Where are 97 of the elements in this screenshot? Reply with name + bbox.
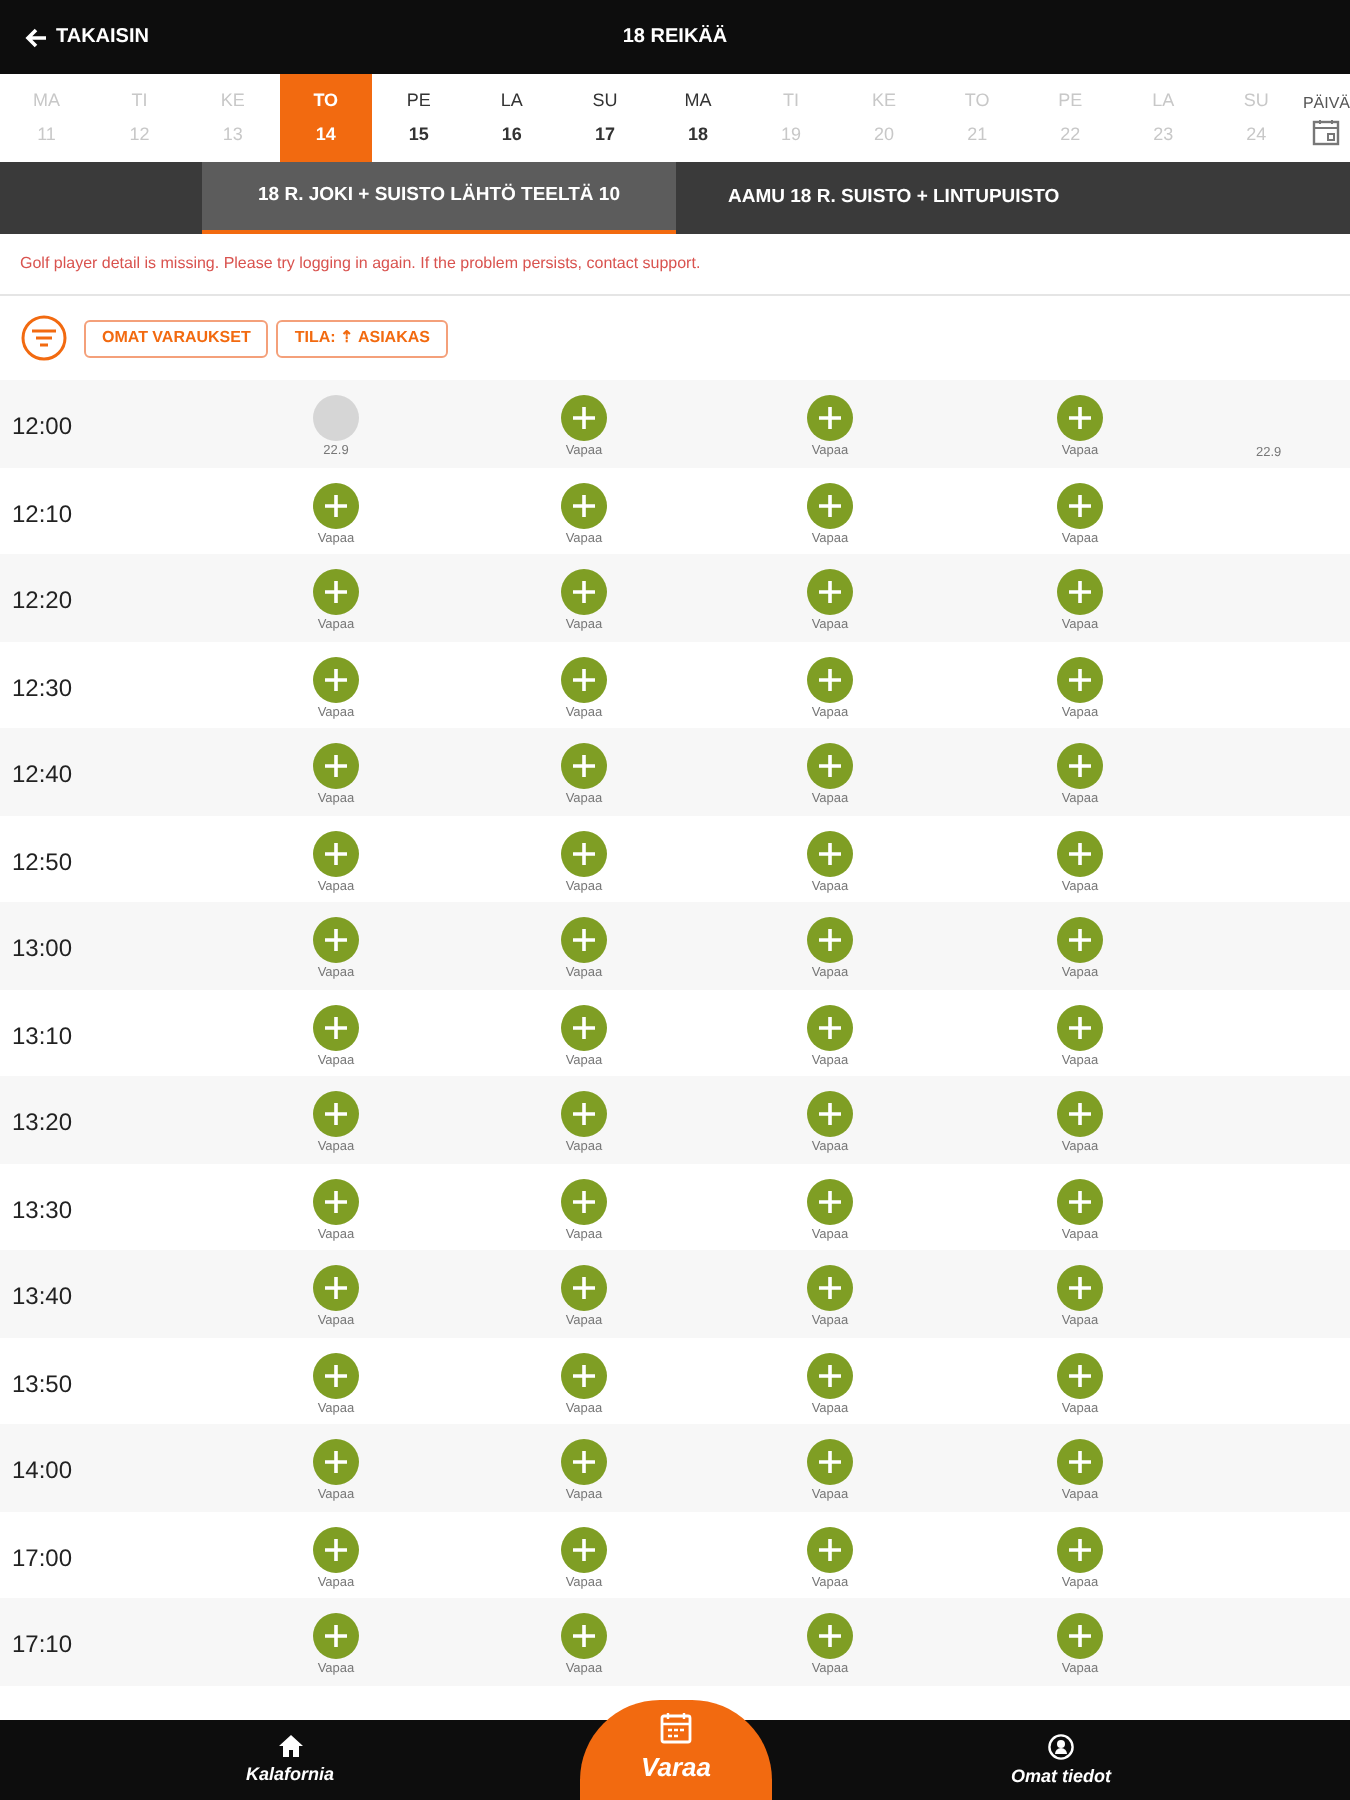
add-slot-icon[interactable] [312,829,360,877]
add-slot-icon[interactable] [560,1438,608,1486]
add-slot-icon[interactable] [806,481,854,529]
add-slot-icon[interactable] [560,655,608,703]
filter-chip[interactable]: TILA: ⇡ ASIAKAS [276,319,448,357]
add-slot-icon[interactable] [312,481,360,529]
tee-time: 12:00 [12,410,73,444]
add-slot-icon[interactable] [560,1612,608,1660]
add-slot-icon[interactable] [312,1177,360,1225]
back-button[interactable]: TAKAISIN [24,22,149,52]
add-slot-icon[interactable] [560,1090,608,1138]
calendar-icon [1312,117,1341,145]
add-slot-icon[interactable] [312,1264,360,1312]
add-slot-icon[interactable] [806,1351,854,1399]
calendar-icon [660,1712,692,1745]
add-slot-icon[interactable] [312,1351,360,1399]
add-slot-icon[interactable] [560,1525,608,1573]
tee-time: 13:50 [12,1367,73,1401]
add-slot-icon[interactable] [1056,1525,1104,1573]
add-slot-icon[interactable] [806,1525,854,1573]
add-slot-icon[interactable] [312,1438,360,1486]
day-tab[interactable]: PE 15 [372,74,466,162]
course-tab[interactable]: AAMU 18 R. SUISTO + LINTUPUISTO [676,162,1112,234]
tee-time: 13:20 [12,1106,73,1140]
add-slot-icon[interactable] [806,829,854,877]
nav-tab[interactable]: Omat tiedot [772,1720,1350,1800]
add-slot-icon[interactable] [312,655,360,703]
add-slot-icon[interactable] [1056,1177,1104,1225]
error-message: Golf player detail is missing. Please try logging in again. If the problem persists, contact support. [0,234,1350,296]
add-slot-icon[interactable] [1056,394,1104,442]
add-slot-icon[interactable] [1056,742,1104,790]
add-slot-icon[interactable] [1056,916,1104,964]
user-icon [1048,1733,1074,1760]
add-slot-icon[interactable] [1056,568,1104,616]
tee-time: 13:10 [12,1019,73,1053]
tee-time: 13:00 [12,932,73,966]
add-slot-icon[interactable] [560,394,608,442]
add-slot-icon[interactable] [1056,829,1104,877]
add-slot-icon[interactable] [1056,1090,1104,1138]
add-slot-icon[interactable] [806,568,854,616]
day-tab[interactable]: LA 16 [465,74,559,162]
nav-tab[interactable]: Kalafornia [0,1720,580,1800]
add-slot-icon[interactable] [560,1264,608,1312]
tee-time: 12:40 [12,758,73,792]
day-tab[interactable]: MA 18 [651,74,745,162]
add-slot-icon[interactable] [312,742,360,790]
day-tab[interactable]: TO 14 [279,74,373,162]
nav-tab[interactable]: Varaa [580,1700,772,1800]
tee-time: 14:00 [12,1454,73,1488]
add-slot-icon[interactable] [806,742,854,790]
filter-icon[interactable] [20,314,68,362]
add-slot-icon[interactable] [312,568,360,616]
add-slot-icon[interactable] [312,1003,360,1051]
back-arrow-icon [24,25,48,49]
add-slot-icon[interactable] [1056,1612,1104,1660]
home-icon [277,1734,303,1759]
add-slot-icon[interactable] [560,916,608,964]
add-slot-icon[interactable] [1056,1264,1104,1312]
add-slot-icon[interactable] [312,1612,360,1660]
tee-time: 17:00 [12,1541,73,1575]
add-slot-icon[interactable] [312,1525,360,1573]
add-slot-icon[interactable] [806,916,854,964]
add-slot-icon[interactable] [1056,1351,1104,1399]
add-slot-icon[interactable] [806,1438,854,1486]
tee-time: 12:20 [12,584,73,618]
add-slot-icon[interactable] [1056,1003,1104,1051]
tee-time: 12:10 [12,497,73,531]
add-slot-icon[interactable] [560,829,608,877]
tee-time: 13:40 [12,1280,73,1314]
filter-chip[interactable]: OMAT VARAUKSET [84,319,269,357]
tee-time: 17:10 [12,1628,73,1662]
booked-slot-icon [312,394,360,442]
add-slot-icon[interactable] [560,481,608,529]
add-slot-icon[interactable] [312,916,360,964]
add-slot-icon[interactable] [806,1612,854,1660]
add-slot-icon[interactable] [806,1264,854,1312]
day-picker-button[interactable]: PÄIVÄ [1302,74,1350,162]
add-slot-icon[interactable] [560,1351,608,1399]
add-slot-icon[interactable] [560,1177,608,1225]
add-slot-icon[interactable] [806,655,854,703]
add-slot-icon[interactable] [1056,1438,1104,1486]
add-slot-icon[interactable] [806,1177,854,1225]
add-slot-icon[interactable] [806,1003,854,1051]
add-slot-icon[interactable] [806,1090,854,1138]
add-slot-icon[interactable] [560,568,608,616]
tee-time: 13:30 [12,1193,73,1227]
tee-time: 12:50 [12,845,73,879]
add-slot-icon[interactable] [560,1003,608,1051]
day-tab[interactable]: SU 17 [558,74,652,162]
tee-time: 12:30 [12,671,73,705]
course-tab[interactable]: 18 R. JOKI + SUISTO LÄHTÖ TEELTÄ 10 [202,162,676,234]
page-title: 18 REIKÄÄ [622,23,728,52]
add-slot-icon[interactable] [1056,481,1104,529]
add-slot-icon[interactable] [560,742,608,790]
add-slot-icon[interactable] [312,1090,360,1138]
add-slot-icon[interactable] [1056,655,1104,703]
add-slot-icon[interactable] [806,394,854,442]
